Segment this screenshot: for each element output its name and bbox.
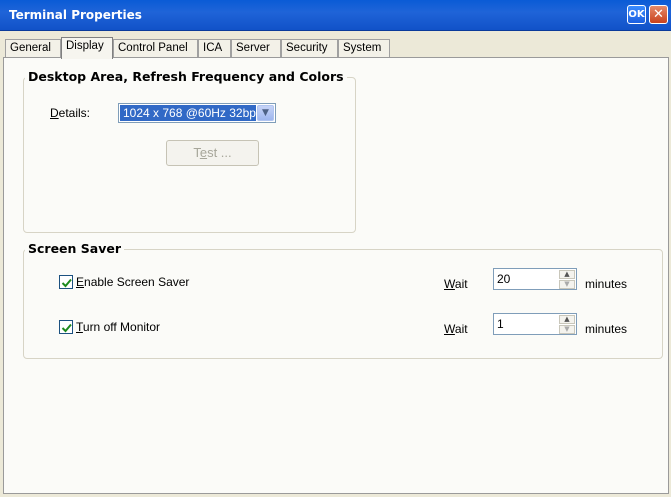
monitor-wait-value[interactable]: 1	[497, 317, 504, 331]
tab-display[interactable]: Display	[61, 37, 113, 59]
tab-server[interactable]: Server	[231, 39, 281, 58]
tab-system[interactable]: System	[338, 39, 390, 58]
desktop-area-group-title: Desktop Area, Refresh Frequency and Colo…	[25, 69, 347, 84]
spin-down-icon[interactable]: ▼	[559, 325, 575, 334]
spin-down-icon[interactable]: ▼	[559, 280, 575, 289]
spin-up-icon[interactable]: ▲	[559, 270, 575, 279]
window-title: Terminal Properties	[9, 8, 142, 22]
monitor-wait-spinner[interactable]: 1 ▲ ▼	[493, 313, 577, 335]
screen-saver-wait-value[interactable]: 20	[497, 272, 510, 286]
checkmark-icon	[61, 323, 72, 333]
screen-saver-wait-spinner[interactable]: 20 ▲ ▼	[493, 268, 577, 290]
ok-button[interactable]: OK	[627, 5, 646, 24]
tab-general[interactable]: General	[5, 39, 61, 58]
test-button[interactable]: Test ...	[166, 140, 259, 166]
checkmark-icon	[61, 278, 72, 288]
turn-off-monitor-label: Turn off Monitor	[76, 320, 161, 334]
details-selected-value: 1024 x 768 @60Hz 32bpp	[120, 105, 256, 121]
tab-security[interactable]: Security	[281, 39, 338, 58]
spinner-buttons: ▲ ▼	[559, 270, 575, 289]
enable-wait-label: Wait	[444, 277, 468, 291]
monitor-wait-label: Wait	[444, 322, 468, 336]
details-label: Details:	[50, 106, 91, 120]
screen-saver-group	[23, 249, 663, 359]
enable-screen-saver-checkbox[interactable]	[59, 275, 73, 289]
close-button[interactable]: ✕	[649, 5, 668, 24]
tab-control-panel[interactable]: Control Panel	[113, 39, 198, 58]
tab-ica[interactable]: ICA	[198, 39, 231, 58]
spin-up-icon[interactable]: ▲	[559, 315, 575, 324]
title-bar: Terminal Properties OK ✕	[0, 0, 671, 31]
enable-units-label: minutes	[585, 277, 628, 291]
chevron-down-icon[interactable]: ▼	[257, 105, 274, 121]
screen-saver-group-title: Screen Saver	[25, 241, 125, 256]
spinner-buttons: ▲ ▼	[559, 315, 575, 334]
turn-off-monitor-checkbox[interactable]	[59, 320, 73, 334]
details-dropdown[interactable]: 1024 x 768 @60Hz 32bpp ▼	[118, 103, 276, 123]
monitor-units-label: minutes	[585, 322, 628, 336]
enable-screen-saver-label: Enable Screen Saver	[76, 275, 190, 289]
